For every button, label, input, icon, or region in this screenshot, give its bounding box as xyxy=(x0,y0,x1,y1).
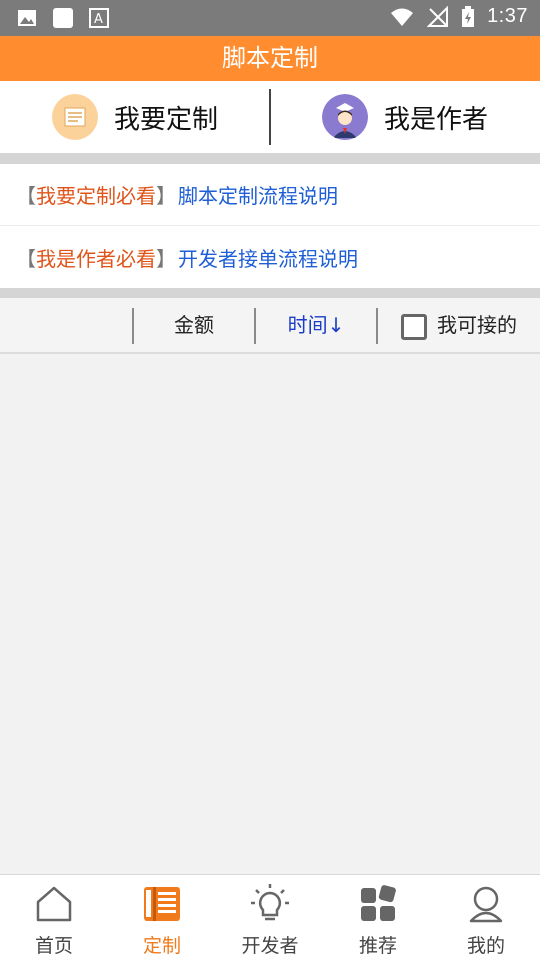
developer-guide-link[interactable]: 【我是作者必看】开发者接单流程说明 xyxy=(0,226,540,288)
font-icon: A xyxy=(89,8,109,28)
page-title: 脚本定制 xyxy=(222,44,318,72)
nav-label: 定制 xyxy=(142,935,181,957)
link-tag: 我是作者必看 xyxy=(36,246,156,271)
customize-guide-link[interactable]: 【我要定制必看】脚本定制流程说明 xyxy=(0,164,540,226)
book-icon xyxy=(144,887,180,921)
author-label: 我是作者 xyxy=(383,104,488,135)
bracket-open: 【 xyxy=(16,184,36,208)
sort-amount-button[interactable]: 金额 xyxy=(134,298,254,352)
nav-mine[interactable]: 我的 xyxy=(432,875,540,960)
image-icon xyxy=(18,10,36,26)
title-bar: 脚本定制 xyxy=(0,36,540,81)
guide-links: 【我要定制必看】脚本定制流程说明 【我是作者必看】开发者接单流程说明 xyxy=(0,164,540,288)
bracket-close: 】 xyxy=(156,246,176,271)
nav-developer[interactable]: 开发者 xyxy=(216,875,324,960)
link-description: 脚本定制流程说明 xyxy=(178,184,338,208)
nav-home[interactable]: 首页 xyxy=(0,875,108,960)
status-bar: A 1:37 xyxy=(0,0,540,36)
svg-text:A: A xyxy=(94,12,103,27)
square-icon xyxy=(53,8,73,28)
status-time: 1:37 xyxy=(487,5,528,27)
nav-label: 首页 xyxy=(34,935,73,957)
sort-time-button[interactable]: 时间↓ xyxy=(256,298,376,352)
role-divider xyxy=(269,89,271,145)
wifi-icon xyxy=(391,8,414,26)
bracket-open: 【 xyxy=(16,246,36,271)
link-tag: 我要定制必看 xyxy=(36,184,156,208)
acceptable-label: 我可接的 xyxy=(437,313,517,337)
acceptable-checkbox[interactable] xyxy=(401,313,427,340)
filter-bar: 金额 时间↓ 我可接的 xyxy=(0,298,540,354)
bottom-nav: 首页 定制 开发者 推荐 我的 xyxy=(0,874,540,960)
order-list xyxy=(0,356,540,874)
lightbulb-icon xyxy=(251,884,289,921)
home-icon xyxy=(36,886,72,922)
section-divider xyxy=(0,153,540,164)
no-signal-icon xyxy=(427,5,449,27)
role-selector: 我要定制 我是作者 xyxy=(0,81,540,153)
nav-label: 开发者 xyxy=(241,935,299,957)
author-button[interactable]: 我是作者 xyxy=(270,81,540,153)
section-divider xyxy=(0,288,540,298)
nav-customize[interactable]: 定制 xyxy=(108,875,216,960)
customize-button[interactable]: 我要定制 xyxy=(0,81,270,153)
nav-label: 推荐 xyxy=(358,935,397,957)
nav-label: 我的 xyxy=(466,935,505,957)
grid-icon xyxy=(361,885,396,921)
bracket-close: 】 xyxy=(156,184,176,208)
document-icon xyxy=(51,94,98,140)
nav-recommend[interactable]: 推荐 xyxy=(324,875,432,960)
user-icon xyxy=(469,886,503,923)
link-description: 开发者接单流程说明 xyxy=(178,246,358,271)
author-avatar-icon xyxy=(321,94,368,140)
customize-label: 我要定制 xyxy=(113,104,218,135)
battery-charging-icon xyxy=(462,5,475,27)
acceptable-filter-toggle[interactable]: 我可接的 xyxy=(378,298,540,352)
